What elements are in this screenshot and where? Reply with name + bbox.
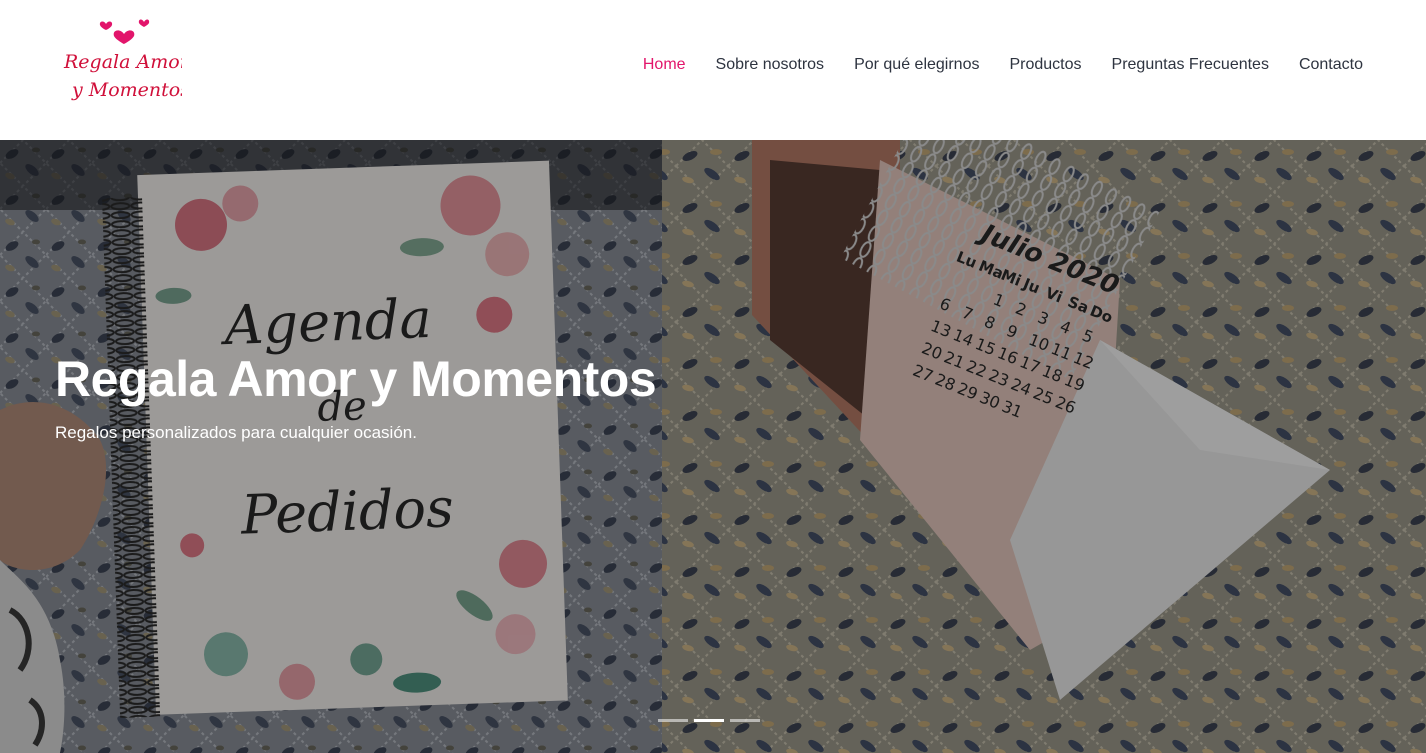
brand-logo[interactable]: Regala Amor y Momentos	[62, 14, 191, 110]
main-nav: Home Sobre nosotros Por qué elegirnos Pr…	[643, 54, 1363, 76]
hearts-icon	[99, 19, 150, 44]
slider-indicators	[658, 719, 760, 722]
logo-line-1: Regala Amor	[63, 51, 182, 73]
hero-title: Regala Amor y Momentos	[55, 351, 657, 407]
nav-contacto[interactable]: Contacto	[1299, 54, 1363, 76]
site-header: Regala Amor y Momentos Home Sobre nosotr…	[0, 0, 1426, 140]
nav-sobre-nosotros[interactable]: Sobre nosotros	[716, 54, 825, 76]
logo-graphic: Regala Amor y Momentos	[63, 19, 191, 101]
hero-subtitle: Regalos personalizados para cualquier oc…	[55, 423, 417, 442]
slide-indicator-1[interactable]	[658, 719, 688, 722]
nav-home[interactable]: Home	[643, 54, 686, 76]
hero-background-photo: Agenda de Pedidos Julio 2020 LuMaMiJu Vi S…	[0, 140, 1426, 753]
slide-indicator-3[interactable]	[730, 719, 760, 722]
nav-preguntas-frecuentes[interactable]: Preguntas Frecuentes	[1112, 54, 1269, 76]
nav-productos[interactable]: Productos	[1009, 54, 1081, 76]
nav-por-que-elegirnos[interactable]: Por qué elegirnos	[854, 54, 979, 76]
hero-slider: Agenda de Pedidos Julio 2020 Lu Ma Mi Ju Vi S…	[0, 140, 1426, 753]
logo-line-2: y Momentos	[71, 79, 182, 101]
slide-indicator-2[interactable]	[694, 719, 724, 722]
